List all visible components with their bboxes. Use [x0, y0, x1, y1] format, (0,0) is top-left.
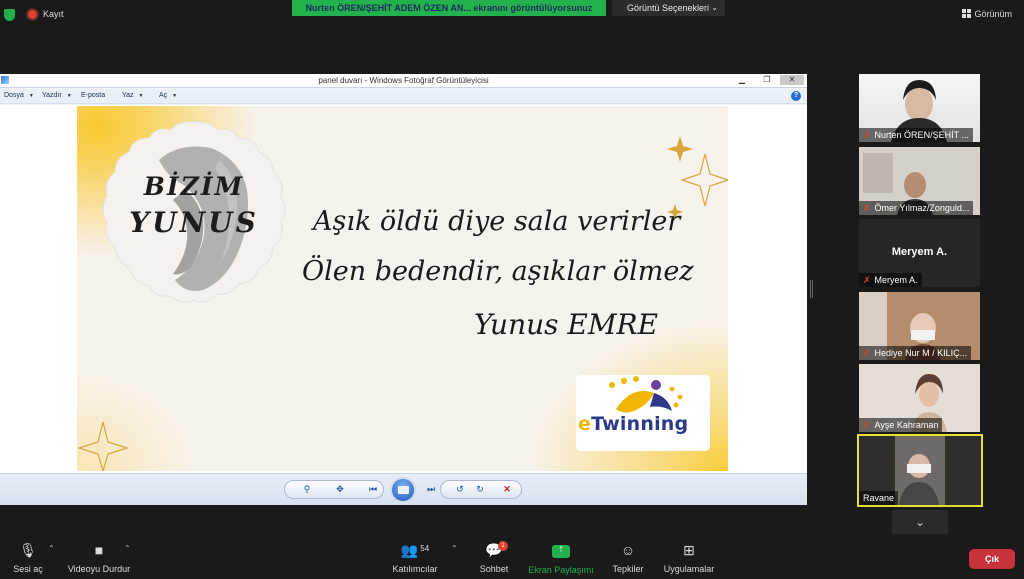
- reactions-label: Tepkiler: [612, 564, 644, 574]
- leave-meeting-button[interactable]: Çık: [969, 549, 1015, 569]
- participants-icon: 👥 54: [400, 542, 430, 558]
- audio-options-caret[interactable]: ⌃: [48, 544, 55, 553]
- menu-dosya[interactable]: Dosya ▼: [4, 92, 34, 99]
- muted-mic-icon: ✗: [863, 130, 871, 140]
- next-icon[interactable]: ⏭: [424, 483, 438, 496]
- apps-icon: ⊞: [683, 542, 695, 558]
- encryption-shield-icon[interactable]: [4, 9, 15, 21]
- help-icon[interactable]: ?: [791, 91, 801, 101]
- participant-name-label: Ravane: [859, 491, 899, 505]
- delete-icon[interactable]: ✕: [500, 483, 514, 496]
- participant-tile[interactable]: ✗ Hediye Nur M / KILIÇ...: [859, 292, 980, 360]
- zoom-icon[interactable]: ⚲: [300, 483, 314, 496]
- participant-tile[interactable]: ✗ Ayşe Kahraman: [859, 364, 980, 432]
- participant-name-label: ✗ Ömer Yılmaz/Zonguld...: [859, 201, 974, 215]
- poem-line-2: Ölen bedendir, aşıklar ölmez: [302, 256, 694, 287]
- chat-unread-badge: 1: [498, 541, 508, 551]
- restore-button[interactable]: ❐: [755, 75, 779, 85]
- rotate-right-icon[interactable]: ↻: [473, 483, 487, 496]
- apps-button[interactable]: ⊞ Uygulamalar: [660, 536, 718, 579]
- grid-icon: [962, 9, 972, 18]
- view-layout-button[interactable]: Görünüm: [962, 9, 1012, 19]
- previous-icon[interactable]: ⏮: [366, 483, 380, 496]
- view-options-button[interactable]: Görüntü Seçenekleri ⌄: [612, 0, 725, 16]
- smiley-plus-icon: ☺: [620, 542, 636, 558]
- muted-mic-icon: ✗: [863, 275, 871, 285]
- close-window-button[interactable]: ✕: [780, 75, 804, 85]
- actual-size-icon[interactable]: ✥: [333, 483, 347, 496]
- muted-mic-icon: ✗: [863, 420, 871, 430]
- participant-name-label: ✗ Nurten ÖREN/ŞEHİT ...: [859, 128, 973, 142]
- rotate-left-icon[interactable]: ↺: [453, 483, 467, 496]
- share-screen-label: Ekran Paylaşımı: [528, 565, 594, 575]
- slide-image: BİZİM YUNUS Aşık öldü diye sala verirler…: [77, 106, 728, 471]
- etwinning-wordmark: eTwinning: [578, 413, 689, 435]
- chevron-down-icon: ⌄: [711, 3, 718, 12]
- participant-display-name: Meryem A.: [891, 246, 948, 258]
- menu-yazdir[interactable]: Yazdır ▼: [42, 92, 72, 99]
- menu-yaz[interactable]: Yaz ▼: [122, 92, 144, 99]
- stop-video-button[interactable]: ■ Videoyu Durdur: [64, 536, 134, 579]
- shared-photo-viewer-window: panel duvarı - Windows Fotoğraf Görüntül…: [0, 74, 807, 505]
- record-icon[interactable]: [28, 10, 37, 19]
- share-screen-icon: [552, 543, 570, 558]
- participant-tile[interactable]: ✗ Ömer Yılmaz/Zonguld...: [859, 147, 980, 215]
- participants-count: 54: [420, 544, 430, 553]
- poem-line-1: Aşık öldü diye sala verirler: [313, 206, 681, 237]
- participants-label: Katılımcılar: [392, 564, 438, 574]
- participants-button[interactable]: 👥 54 Katılımcılar: [390, 536, 440, 579]
- participant-name-label: ✗ Ayşe Kahraman: [859, 418, 943, 432]
- menu-ac[interactable]: Aç ▼: [159, 92, 177, 99]
- muted-mic-icon: ✗: [863, 203, 871, 213]
- muted-mic-icon: ✗: [863, 348, 871, 358]
- minimize-button[interactable]: ▁: [730, 75, 754, 85]
- scroll-participants-down-button[interactable]: ⌄: [892, 510, 948, 534]
- etwinning-logo: eTwinning: [576, 375, 710, 451]
- participant-tile[interactable]: Meryem A. ✗ Meryem A.: [859, 219, 980, 287]
- reactions-button[interactable]: ☺ Tepkiler: [608, 536, 648, 579]
- viewer-menu-bar: Dosya ▼ Yazdır ▼ E-posta Yaz ▼ Aç ▼ ?: [0, 89, 807, 104]
- etwinning-figures-graphic: [609, 376, 683, 413]
- participant-tile[interactable]: ✗ Nurten ÖREN/ŞEHİT ...: [859, 74, 980, 142]
- view-layout-label: Görünüm: [974, 9, 1012, 19]
- participants-options-caret[interactable]: ⌃: [451, 544, 458, 553]
- apps-label: Uygulamalar: [663, 564, 715, 574]
- participant-name-label: ✗ Hediye Nur M / KILIÇ...: [859, 346, 972, 360]
- meeting-top-bar: Kayıt Nurten ÖREN/ŞEHİT ADEM ÖZEN AN... …: [0, 0, 1024, 28]
- record-label[interactable]: Kayıt: [43, 9, 64, 19]
- meeting-toolbar: 🎙 Sesi aç ⌃ ■ Videoyu Durdur ⌃ 👥 54 Katıl…: [0, 536, 1024, 579]
- viewer-controls-bar: ⚲ ✥ ⏮ ⏭ ↺ ↻ ✕: [0, 473, 807, 505]
- share-screen-button[interactable]: Ekran Paylaşımı: [528, 536, 594, 579]
- menu-eposta[interactable]: E-posta: [81, 92, 105, 99]
- slideshow-button[interactable]: [390, 477, 416, 503]
- viewer-window-title: panel duvarı - Windows Fotoğraf Görüntül…: [318, 76, 489, 85]
- unmute-label: Sesi aç: [13, 564, 43, 574]
- unmute-button[interactable]: 🎙 Sesi aç: [8, 536, 48, 579]
- video-options-caret[interactable]: ⌃: [124, 544, 131, 553]
- chat-button[interactable]: 💬 1 Sohbet: [476, 536, 512, 579]
- participant-name-label: ✗ Meryem A.: [859, 273, 922, 287]
- viewer-titlebar: panel duvarı - Windows Fotoğraf Görüntül…: [0, 74, 807, 88]
- panel-splitter-handle[interactable]: [810, 280, 813, 298]
- poem-author: Yunus EMRE: [474, 308, 659, 341]
- view-options-label: Görüntü Seçenekleri: [627, 3, 710, 13]
- muted-microphone-icon: 🎙: [19, 542, 37, 558]
- screen-share-banner: Nurten ÖREN/ŞEHİT ADEM ÖZEN AN... ekranı…: [292, 0, 606, 16]
- active-speaker-tile[interactable]: Ravane: [857, 434, 983, 507]
- chat-label: Sohbet: [479, 564, 509, 574]
- stop-video-label: Videoyu Durdur: [67, 564, 131, 574]
